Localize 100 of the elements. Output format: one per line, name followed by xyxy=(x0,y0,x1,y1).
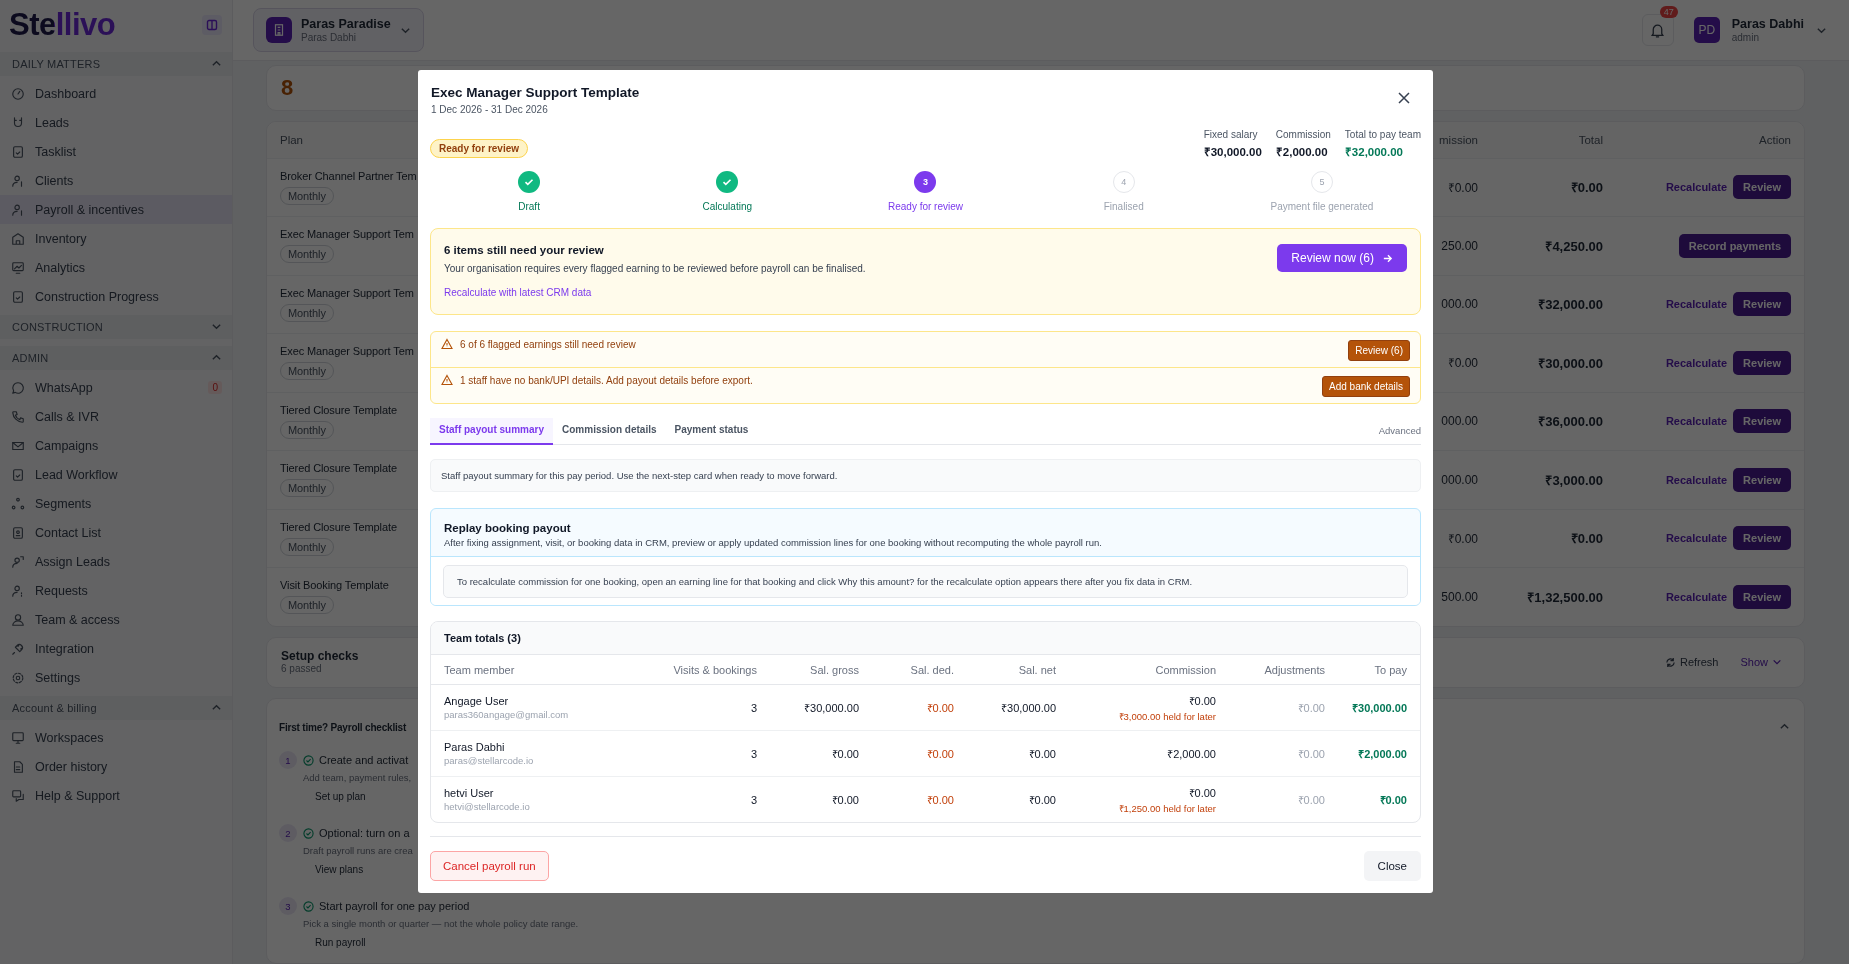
table-cell-text: ₹0.00 xyxy=(1188,785,1216,800)
table-cell-text: ₹0.00 xyxy=(1570,530,1603,548)
clipboard-icon xyxy=(11,467,25,482)
step-action-link[interactable]: Run payroll xyxy=(303,932,366,953)
sidebar-item[interactable]: Lead Workflow xyxy=(0,460,232,489)
section-title: DAILY MATTERS xyxy=(12,58,101,70)
sidebar-item[interactable]: Settings xyxy=(0,663,232,692)
alert-button[interactable]: Add bank details xyxy=(1322,376,1410,397)
review-button[interactable]: Review xyxy=(1733,467,1791,492)
chevron-up-icon[interactable] xyxy=(1779,721,1790,732)
recalculate-link[interactable]: Recalculate xyxy=(1665,590,1728,603)
column-header: Sal. net xyxy=(1017,663,1056,676)
table-cell-text: ₹0.00 xyxy=(1447,179,1478,196)
sidebar-item[interactable]: Segments xyxy=(0,489,232,518)
hint-text: To recalculate commission for one booking, open an earning line for that booking and click Why this amount? for the recalculate option appears there after you fix data in CRM. xyxy=(443,565,1408,598)
sidebar-item[interactable]: Clients xyxy=(0,166,232,195)
sidebar-section-header[interactable]: DAILY MATTERS xyxy=(0,52,232,76)
sidebar-item[interactable]: Workspaces xyxy=(0,723,232,752)
member-email: paras360angage@gmail.com xyxy=(444,709,570,720)
recalculate-link[interactable]: Recalculate xyxy=(1665,532,1728,545)
sidebar-item[interactable]: Calls & IVR xyxy=(0,402,232,431)
avatar[interactable]: PD xyxy=(1693,17,1720,43)
sidebar-section-header[interactable]: Account & billing xyxy=(0,696,232,720)
sidebar-section-header[interactable]: CONSTRUCTION xyxy=(0,315,232,339)
table-cell-text: ₹4,250.00 xyxy=(1545,237,1603,255)
refresh-button[interactable]: Refresh xyxy=(1664,656,1719,669)
column-header: Plan xyxy=(280,133,304,146)
card-title: Replay booking payout xyxy=(444,522,572,534)
step-action-link[interactable]: View plans xyxy=(303,859,364,880)
member-email: paras@stellarcode.io xyxy=(444,755,535,766)
cancel-payroll-button[interactable]: Cancel payroll run xyxy=(430,851,549,881)
sidebar-item[interactable]: Dashboard xyxy=(0,79,232,108)
tab[interactable]: Staff payout summary xyxy=(430,418,554,445)
table-cell-text: ₹36,000.00 xyxy=(1538,413,1603,431)
step-action-link[interactable]: Set up plan xyxy=(303,786,366,807)
document-icon xyxy=(11,759,25,774)
table-cell-text: ₹30,000.00 xyxy=(803,701,859,715)
recalculate-link[interactable]: Recalculate xyxy=(1665,473,1728,486)
step-number: 4 xyxy=(1112,171,1135,193)
card-title: 6 items still need your review xyxy=(444,244,605,256)
sidebar-item[interactable]: Analytics xyxy=(0,253,232,282)
table-cell-text: ₹3,000.00 xyxy=(1545,471,1603,489)
sidebar-section-header[interactable]: ADMIN xyxy=(0,346,232,370)
recalculate-link[interactable]: Recalculate xyxy=(1665,415,1728,428)
sidebar-item[interactable]: WhatsApp 0 xyxy=(0,373,232,402)
review-button[interactable]: Review xyxy=(1733,350,1791,375)
recalculate-link[interactable]: Recalculate xyxy=(1665,298,1728,311)
table-cell-text: ₹0.00 xyxy=(925,793,954,807)
show-button[interactable]: Show xyxy=(1740,656,1782,669)
table-cell: 000.00 xyxy=(1441,472,1478,487)
review-button[interactable]: Review xyxy=(1733,409,1791,434)
sidebar-item[interactable]: Contact List xyxy=(0,518,232,547)
record-payments-button[interactable]: Record payments xyxy=(1678,233,1791,258)
sidebar-item[interactable]: Campaigns xyxy=(0,431,232,460)
review-button[interactable]: Review xyxy=(1733,292,1791,317)
sidebar-item[interactable]: Help & Support xyxy=(0,781,232,810)
pay-period: 1 Dec 2026 - 31 Dec 2026 xyxy=(431,104,549,115)
step-title: Optional: turn on a xyxy=(319,827,410,839)
sidebar-item[interactable]: Inventory xyxy=(0,224,232,253)
close-button[interactable]: Close xyxy=(1363,851,1421,881)
review-button[interactable]: Review xyxy=(1733,526,1791,551)
user-question-icon xyxy=(11,583,25,598)
card-text: Your organisation requires every flagged earning to be reviewed before payroll can be finalised. xyxy=(444,263,866,274)
recalculate-link[interactable]: Recalculate xyxy=(1665,356,1728,369)
sidebar-toggle-icon[interactable] xyxy=(202,15,222,35)
step-number: 2 xyxy=(279,824,297,842)
column-header: Commission xyxy=(1154,663,1216,676)
contact-book-icon xyxy=(11,525,25,540)
sidebar-item[interactable]: Order history xyxy=(0,752,232,781)
sidebar-item[interactable]: Leads xyxy=(0,108,232,137)
advanced-link[interactable]: Advanced xyxy=(1378,425,1421,444)
step-number: 3 xyxy=(914,171,937,193)
sidebar-item[interactable]: Team & access xyxy=(0,605,232,634)
tab[interactable]: Payment status xyxy=(665,418,758,445)
alert-button[interactable]: Review (6) xyxy=(1348,340,1410,361)
recalculate-link[interactable]: Recalculate xyxy=(1665,181,1728,194)
sidebar-item[interactable]: Requests xyxy=(0,576,232,605)
table-cell-text: ₹30,000.00 xyxy=(1538,354,1603,372)
table-cell-text: ₹1,32,500.00 xyxy=(1527,588,1603,606)
tab[interactable]: Commission details xyxy=(553,418,666,445)
close-icon[interactable] xyxy=(1397,91,1411,105)
review-now-button[interactable]: Review now (6) xyxy=(1277,244,1407,272)
step-label: Calculating xyxy=(702,201,753,212)
total-value: ₹2,000.00 xyxy=(1275,145,1329,159)
member-name: Paras Dabhi xyxy=(444,741,506,753)
status-badge: Ready for review xyxy=(430,139,529,158)
sidebar-item[interactable]: Tasklist xyxy=(0,137,232,166)
dialog-title: Exec Manager Support Template xyxy=(431,85,640,100)
review-button[interactable]: Review xyxy=(1733,175,1791,200)
review-button[interactable]: Review xyxy=(1733,584,1791,609)
gear-icon xyxy=(11,670,25,685)
stat-value: 8 xyxy=(281,74,294,101)
plan-name: Exec Manager Support Tem xyxy=(280,345,414,358)
column-header: Sal. ded. xyxy=(909,663,954,676)
sidebar-item[interactable]: Payroll & incentives xyxy=(0,195,232,224)
recalculate-link[interactable]: Recalculate with latest CRM data xyxy=(444,287,592,298)
sidebar-item[interactable]: Integration xyxy=(0,634,232,663)
alert-text: 1 staff have no bank/UPI details. Add payout details before export. xyxy=(460,374,753,386)
sidebar-item[interactable]: Construction Progress xyxy=(0,282,232,311)
sidebar-item[interactable]: Assign Leads xyxy=(0,547,232,576)
